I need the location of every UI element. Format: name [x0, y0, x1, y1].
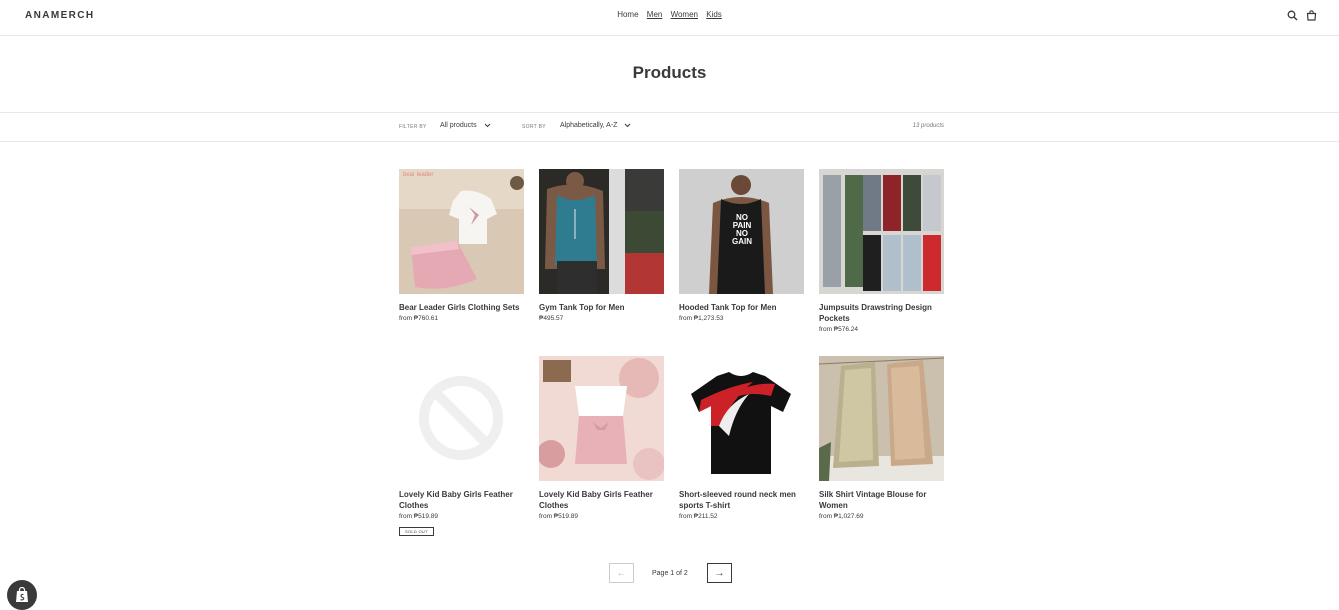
product-card[interactable]: Silk Shirt Vintage Blouse for Women from…: [819, 356, 944, 520]
sort-select[interactable]: Alphabetically, A-Z: [560, 122, 631, 129]
product-card[interactable]: Gym Tank Top for Men ₱495.57: [539, 169, 664, 322]
nav-women[interactable]: Women: [671, 10, 698, 19]
site-header: ANAMERCH Home Men Women Kids: [0, 0, 1339, 36]
product-count: 13 products: [912, 123, 944, 129]
chevron-down-icon: [484, 123, 490, 128]
search-icon[interactable]: [1287, 10, 1298, 21]
product-card[interactable]: Short-sleeved round neck men sports T-sh…: [679, 356, 804, 520]
filter-bar: FILTER BY All products SORT BY Alphabeti…: [0, 112, 1339, 142]
product-price: from ₱519.89: [399, 513, 439, 520]
header-icons: [1287, 10, 1317, 21]
product-image[interactable]: NO PAIN NO GAIN: [679, 169, 804, 294]
product-card[interactable]: Jumpsuits Drawstring Design Pockets from…: [819, 169, 944, 333]
product-title[interactable]: Short-sleeved round neck men sports T-sh…: [679, 489, 804, 511]
product-image[interactable]: [399, 356, 524, 481]
product-image[interactable]: bear leader: [399, 169, 524, 294]
product-image-text: bear leader: [403, 172, 434, 178]
product-card[interactable]: NO PAIN NO GAIN Hooded Tank Top for Men …: [679, 169, 804, 322]
sort-value: Alphabetically, A-Z: [560, 122, 618, 129]
product-title[interactable]: Gym Tank Top for Men: [539, 302, 664, 313]
filter-by-label: FILTER BY: [399, 124, 427, 130]
product-card[interactable]: Lovely Kid Baby Girls Feather Clothes fr…: [399, 356, 524, 538]
product-price: from ₱760.61: [399, 315, 439, 322]
product-image[interactable]: [819, 356, 944, 481]
sort-by-label: SORT BY: [522, 124, 546, 130]
product-image[interactable]: [539, 356, 664, 481]
product-card[interactable]: bear leader Bear Leader Girls Clothing S…: [399, 169, 524, 322]
product-title[interactable]: Bear Leader Girls Clothing Sets: [399, 302, 524, 313]
page-title: Products: [632, 63, 707, 82]
no-image-icon: [399, 356, 524, 481]
sold-out-badge: SOLD OUT: [399, 527, 434, 536]
chevron-down-icon: [625, 123, 631, 128]
product-title[interactable]: Jumpsuits Drawstring Design Pockets: [819, 302, 944, 324]
product-price: from ₱211.52: [679, 513, 718, 520]
product-image[interactable]: [679, 356, 804, 481]
prev-page-button[interactable]: ←: [609, 563, 634, 583]
product-price: from ₱1,273.53: [679, 315, 724, 322]
nav-home[interactable]: Home: [617, 10, 638, 19]
product-title[interactable]: Lovely Kid Baby Girls Feather Clothes: [539, 489, 664, 511]
next-page-button[interactable]: →: [707, 563, 732, 583]
filter-select[interactable]: All products: [440, 122, 491, 129]
page-indicator: Page 1 of 2: [652, 570, 688, 577]
main-nav: Home Men Women Kids: [0, 10, 1339, 19]
nav-kids[interactable]: Kids: [706, 10, 722, 19]
cart-icon[interactable]: [1306, 10, 1317, 21]
product-image[interactable]: [539, 169, 664, 294]
filter-value: All products: [440, 122, 477, 129]
product-price: from ₱576.24: [819, 326, 859, 333]
product-price: from ₱519.89: [539, 513, 579, 520]
product-title[interactable]: Silk Shirt Vintage Blouse for Women: [819, 489, 944, 511]
product-image[interactable]: [819, 169, 944, 294]
product-title[interactable]: Lovely Kid Baby Girls Feather Clothes: [399, 489, 524, 511]
product-image-text: NO PAIN NO GAIN: [732, 213, 752, 246]
product-price: ₱495.57: [539, 315, 564, 322]
product-card[interactable]: Lovely Kid Baby Girls Feather Clothes fr…: [539, 356, 664, 520]
product-price: from ₱1,027.69: [819, 513, 864, 520]
shopify-bag-icon[interactable]: [7, 580, 37, 610]
nav-men[interactable]: Men: [647, 10, 663, 19]
product-title[interactable]: Hooded Tank Top for Men: [679, 302, 804, 313]
